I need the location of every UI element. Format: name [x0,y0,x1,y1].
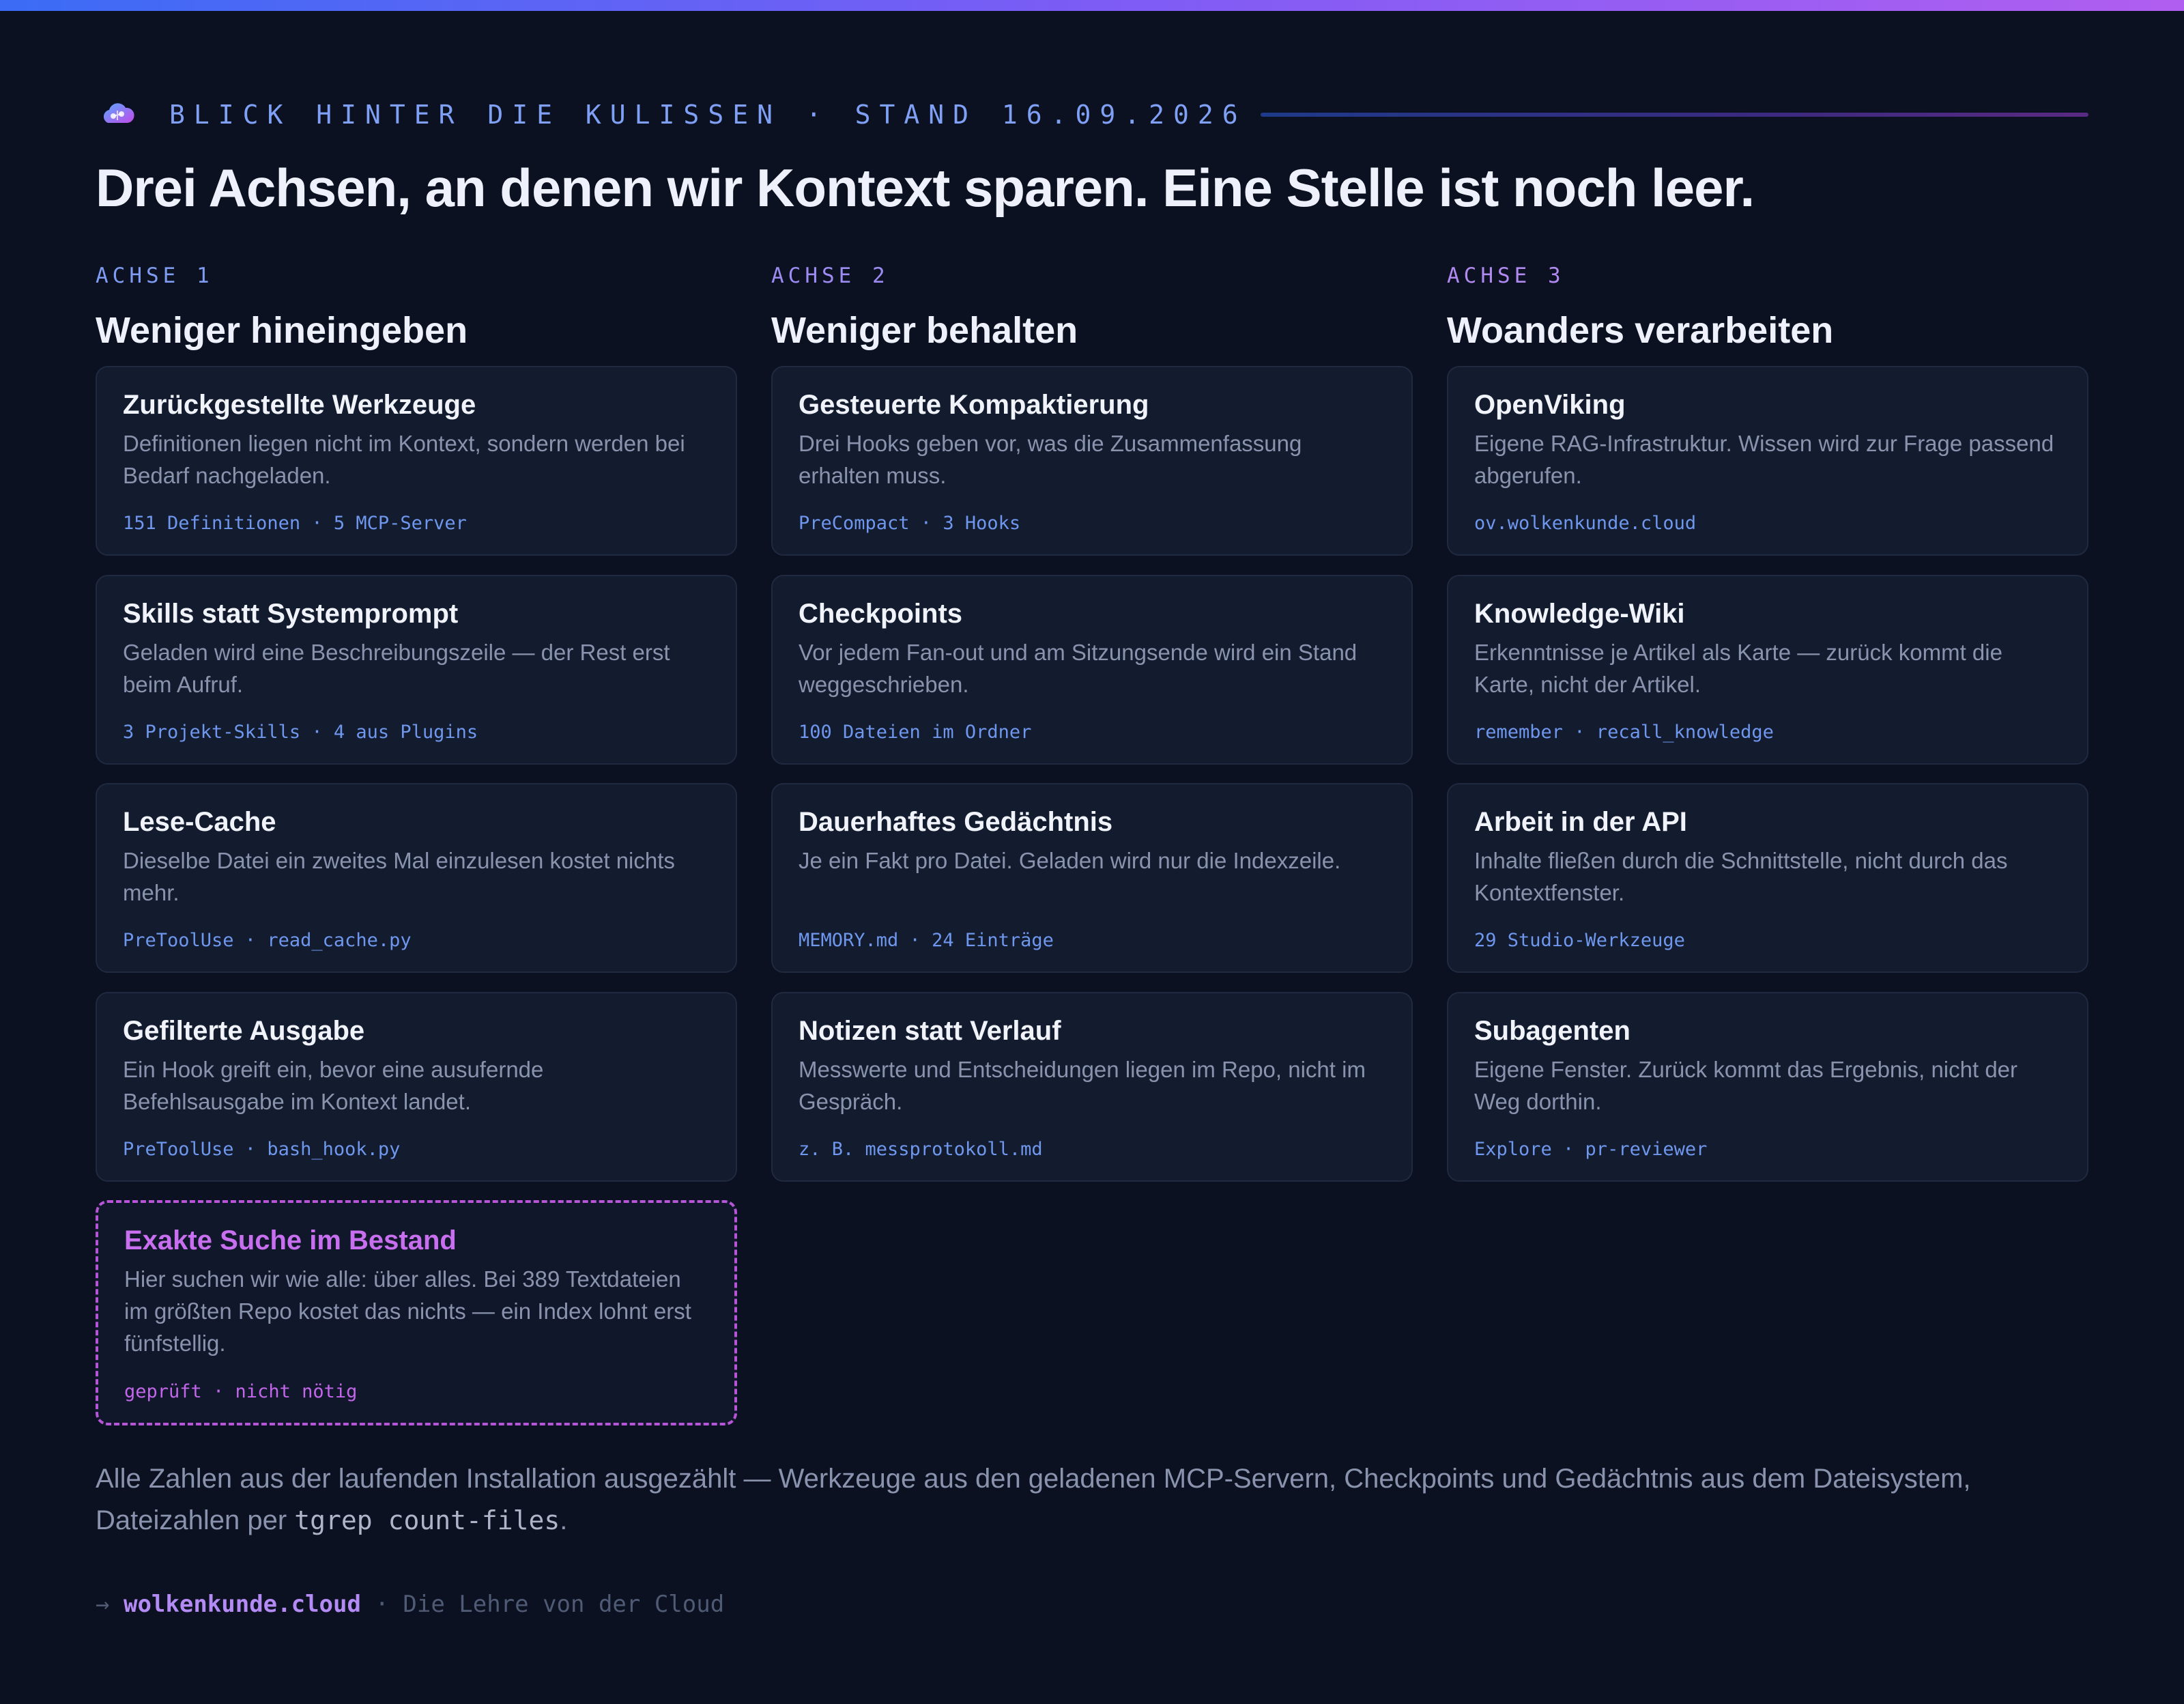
axis-column-1: ACHSE 1 Weniger hineingeben Zurückgestel… [96,262,737,1425]
card-title: Lese-Cache [123,807,276,837]
axis-column-2: ACHSE 2 Weniger behalten Gesteuerte Komp… [771,262,1413,1182]
card: Dauerhaftes Gedächtnis Je ein Fakt pro D… [771,783,1413,973]
card-title: Skills statt Systemprompt [123,599,459,629]
open-slot-card: Exakte Suche im Bestand Hier suchen wir … [96,1200,737,1425]
card-description: Hier suchen wir wie alle: über alles. Be… [124,1266,691,1356]
card-title: Zurückgestellte Werkzeuge [123,390,476,420]
card-description: Eigene Fenster. Zurück kommt das Ergebni… [1474,1057,2018,1114]
card-title: Gesteuerte Kompaktierung [799,390,1149,420]
footnote-command: tgrep count-files [294,1505,560,1535]
card-description: Drei Hooks geben vor, was die Zusammenfa… [799,431,1302,488]
card-title: Gefilterte Ausgabe [123,1016,365,1046]
footnote: Alle Zahlen aus der laufenden Installati… [96,1458,2088,1542]
card: Gesteuerte Kompaktierung Drei Hooks gebe… [771,366,1413,556]
card: Notizen statt Verlauf Messwerte und Ents… [771,992,1413,1182]
card: Skills statt Systemprompt Geladen wird e… [96,575,737,765]
axis-column-3: ACHSE 3 Woanders verarbeiten OpenViking … [1447,262,2088,1182]
card: Checkpoints Vor jedem Fan-out und am Sit… [771,575,1413,765]
footer-tagline: · Die Lehre von der Cloud [360,1591,725,1618]
card-title: Notizen statt Verlauf [799,1016,1061,1046]
card-description: Erkenntnisse je Artikel als Karte — zurü… [1474,640,2002,697]
card-meta: 100 Dateien im Ordner [799,722,1032,743]
card-description: Ein Hook greift ein, bevor eine ausufern… [123,1057,544,1114]
card: Lese-Cache Dieselbe Datei ein zweites Ma… [96,783,737,973]
card: Knowledge-Wiki Erkenntnisse je Artikel a… [1447,575,2088,765]
axis-title: Weniger behalten [771,310,1078,351]
card-meta: 151 Definitionen · 5 MCP-Server [123,513,467,534]
card-meta: z. B. messprotokoll.md [799,1139,1043,1160]
footer: → wolkenkunde.cloud · Die Lehre von der … [96,1591,724,1618]
card-title: Arbeit in der API [1474,807,1687,837]
card-title: Knowledge-Wiki [1474,599,1685,629]
card-description: Dieselbe Datei ein zweites Mal einzulese… [123,848,675,905]
axis-label: ACHSE 2 [771,264,889,288]
card-meta: PreCompact · 3 Hooks [799,513,1021,534]
card-title: Dauerhaftes Gedächtnis [799,807,1113,837]
card: Arbeit in der API Inhalte fließen durch … [1447,783,2088,973]
kicker-text: BLICK HINTER DIE KULISSEN · STAND 16.09.… [169,100,1247,130]
cloud-brain-icon [96,93,139,137]
card-description: Geladen wird eine Beschreibungszeile — d… [123,640,670,697]
card: Gefilterte Ausgabe Ein Hook greift ein, … [96,992,737,1182]
arrow-right-icon: → [96,1591,110,1618]
card-title: OpenViking [1474,390,1626,420]
card-description: Messwerte und Entscheidungen liegen im R… [799,1057,1366,1114]
card-description: Inhalte fließen durch die Schnittstelle,… [1474,848,2008,905]
card-meta: remember · recall_knowledge [1474,722,1774,743]
card-title: Exakte Suche im Bestand [124,1225,457,1255]
card-description: Definitionen liegen nicht im Kontext, so… [123,431,685,488]
axis-label: ACHSE 3 [1447,264,1565,288]
card-description: Je ein Fakt pro Datei. Geladen wird nur … [799,848,1341,873]
card-meta: Explore · pr-reviewer [1474,1139,1708,1160]
kicker-divider [1260,113,2088,117]
card-meta: PreToolUse · read_cache.py [123,930,412,951]
card-description: Vor jedem Fan-out und am Sitzungsende wi… [799,640,1357,697]
card-description: Eigene RAG-Infrastruktur. Wissen wird zu… [1474,431,2054,488]
axis-title: Woanders verarbeiten [1447,310,1834,351]
card: OpenViking Eigene RAG-Infrastruktur. Wis… [1447,366,2088,556]
footer-domain-link[interactable]: wolkenkunde.cloud [124,1591,361,1618]
footnote-end: . [560,1505,568,1535]
card-title: Subagenten [1474,1016,1630,1046]
axis-title: Weniger hineingeben [96,310,468,351]
card: Zurückgestellte Werkzeuge Definitionen l… [96,366,737,556]
top-gradient-bar [0,0,2184,11]
axis-label: ACHSE 1 [96,264,214,288]
card-title: Checkpoints [799,599,963,629]
card-meta: PreToolUse · bash_hook.py [123,1139,401,1160]
card-meta: MEMORY.md · 24 Einträge [799,930,1054,951]
card-meta: 29 Studio-Werkzeuge [1474,930,1685,951]
card: Subagenten Eigene Fenster. Zurück kommt … [1447,992,2088,1182]
card-meta: geprüft · nicht nötig [124,1381,358,1402]
page-title: Drei Achsen, an denen wir Kontext sparen… [96,158,1755,218]
card-meta: ov.wolkenkunde.cloud [1474,513,1697,534]
card-meta: 3 Projekt-Skills · 4 aus Plugins [123,722,478,743]
kicker-row: BLICK HINTER DIE KULISSEN · STAND 16.09.… [96,93,2088,137]
